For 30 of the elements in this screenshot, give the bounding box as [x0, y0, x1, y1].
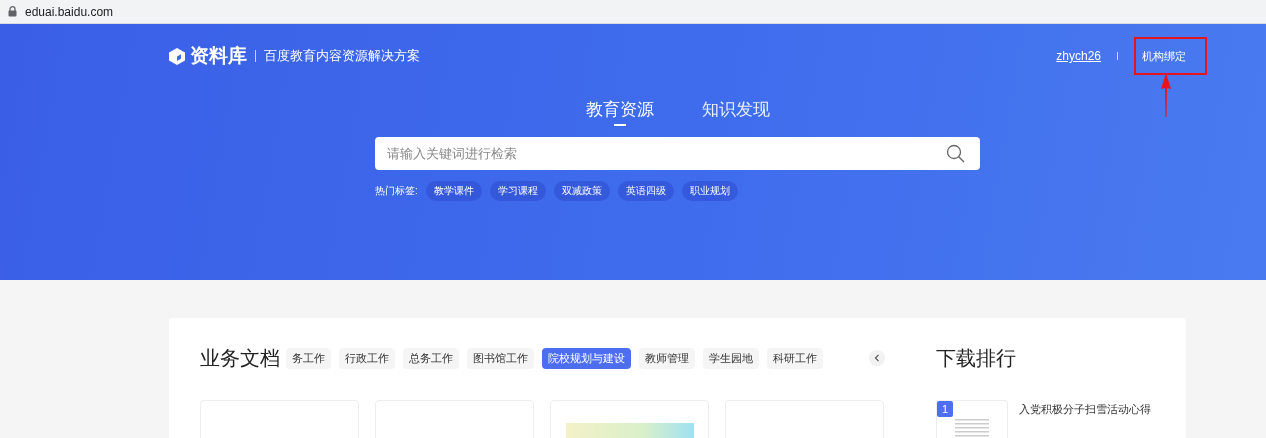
category-tab[interactable]: 行政工作: [339, 347, 395, 369]
category-tab[interactable]: 学生园地: [703, 347, 759, 369]
tagline: 百度教育内容资源解决方案: [264, 47, 420, 65]
hot-tags-label: 热门标签:: [375, 184, 418, 198]
hot-tag[interactable]: 双减政策: [553, 181, 610, 201]
section-title: 下载排行: [936, 345, 1016, 371]
document-thumbnail[interactable]: 1: [936, 400, 1008, 438]
username-link[interactable]: zhych26: [1056, 49, 1101, 63]
nav-tab[interactable]: 知识发现: [701, 98, 770, 126]
category-tab[interactable]: 总务工作: [403, 347, 459, 369]
logo: 资料库: [168, 43, 247, 69]
hot-tag[interactable]: 职业规划: [681, 181, 738, 201]
hot-tag[interactable]: 学习课程: [489, 181, 546, 201]
rank-badge: 1: [937, 401, 953, 417]
hot-tag[interactable]: 英语四级: [617, 181, 674, 201]
category-tab[interactable]: 科研工作: [767, 347, 823, 369]
hot-tag[interactable]: 教学课件: [425, 181, 482, 201]
url-text[interactable]: eduai.baidu.com: [25, 4, 114, 19]
category-tab[interactable]: 图书馆工作: [467, 347, 534, 369]
cube-logo-icon: [168, 46, 186, 66]
search-icon[interactable]: [946, 144, 965, 163]
document-title[interactable]: 入党积极分子扫雪活动心得: [1019, 402, 1151, 438]
search-field[interactable]: 请输入关键词进行检索: [375, 137, 980, 170]
lock-icon: [8, 6, 17, 17]
nav-tab[interactable]: 教育资源: [585, 98, 654, 126]
section-title: 业务文档: [200, 345, 280, 371]
category-tab[interactable]: 务工作: [286, 347, 331, 369]
category-tab[interactable]: 院校规划与建设: [542, 347, 631, 369]
category-tab[interactable]: 教师管理: [639, 347, 695, 369]
bind-link[interactable]: 机构绑定: [1142, 50, 1186, 62]
